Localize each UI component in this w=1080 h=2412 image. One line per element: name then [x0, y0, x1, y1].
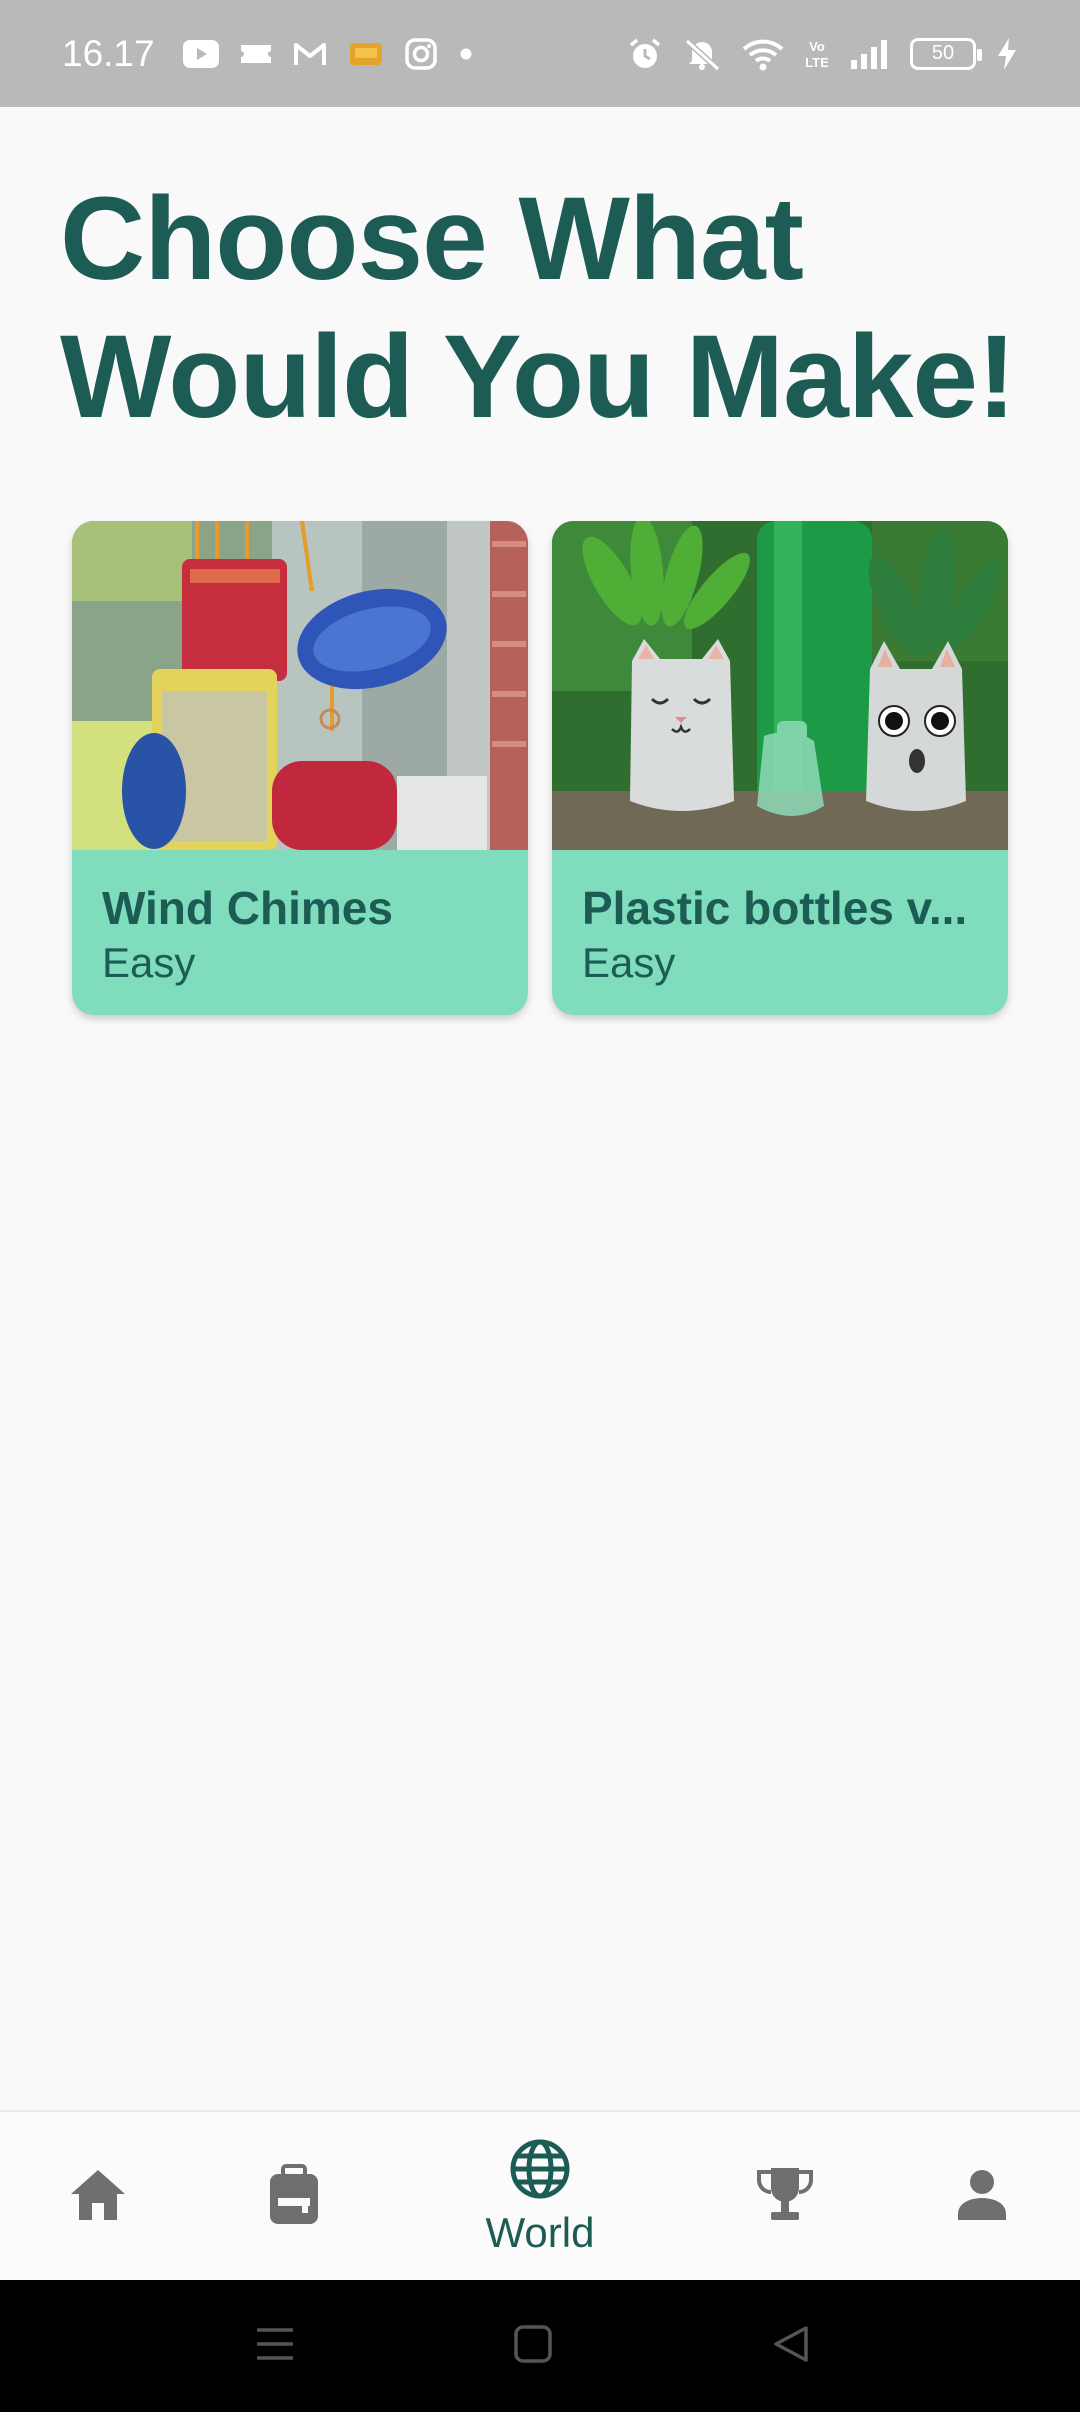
- project-card-wind-chimes[interactable]: Wind Chimes Easy: [72, 521, 528, 1015]
- nav-home[interactable]: [48, 2112, 148, 2282]
- card-title: Plastic bottles v...: [582, 882, 968, 934]
- back-triangle-icon: [771, 2324, 811, 2369]
- ticket-icon: [240, 42, 271, 66]
- mute-icon: [682, 37, 722, 71]
- recent-apps-button[interactable]: [245, 2316, 305, 2376]
- notification-icons: [182, 37, 473, 70]
- nav-achievements[interactable]: [735, 2112, 835, 2282]
- status-bar: 16.17 Vo LTE 50: [0, 0, 1080, 107]
- youtube-icon: [182, 39, 219, 68]
- status-time: 16.17: [62, 32, 155, 74]
- backpack-icon: [268, 2163, 320, 2231]
- card-body: Plastic bottles v... Easy: [552, 850, 1008, 988]
- globe-icon: [509, 2138, 571, 2205]
- card-difficulty: Easy: [582, 939, 676, 986]
- menu-lines-icon: [255, 2326, 295, 2367]
- plastic-bottle-planters-image: [552, 521, 1008, 850]
- volte-icon: Vo LTE: [804, 37, 830, 71]
- wifi-icon: [742, 37, 784, 71]
- back-button[interactable]: [761, 2316, 821, 2376]
- system-navigation-bar: [0, 2280, 1080, 2412]
- project-card-plastic-bottles[interactable]: Plastic bottles v... Easy: [552, 521, 1008, 1015]
- app-notification-icon: [349, 39, 383, 69]
- svg-text:LTE: LTE: [805, 55, 829, 70]
- page-title: Choose What Would You Make!: [60, 173, 1016, 443]
- wind-chimes-image: [72, 521, 528, 850]
- square-icon: [513, 2324, 553, 2369]
- home-icon: [68, 2167, 128, 2228]
- dot-icon: [459, 47, 473, 61]
- bottom-navigation: World: [0, 2110, 1080, 2280]
- nav-world-label: World: [485, 2208, 595, 2256]
- nav-world[interactable]: World: [465, 2112, 615, 2282]
- nav-profile[interactable]: [932, 2112, 1032, 2282]
- system-icons: Vo LTE 50: [628, 37, 1018, 71]
- battery-level: 50: [931, 42, 955, 64]
- trophy-icon: [755, 2166, 815, 2229]
- home-button[interactable]: [503, 2316, 563, 2376]
- gmail-icon: [293, 41, 327, 67]
- signal-icon: [850, 38, 890, 70]
- charging-icon: [996, 37, 1018, 71]
- card-body: Wind Chimes Easy: [72, 850, 528, 988]
- card-difficulty: Easy: [102, 939, 196, 986]
- alarm-icon: [628, 37, 662, 71]
- person-icon: [955, 2168, 1009, 2227]
- svg-text:Vo: Vo: [809, 39, 825, 54]
- battery-icon: 50: [910, 37, 982, 70]
- card-title: Wind Chimes: [102, 882, 393, 934]
- nav-projects[interactable]: [244, 2112, 344, 2282]
- instagram-icon: [404, 37, 437, 70]
